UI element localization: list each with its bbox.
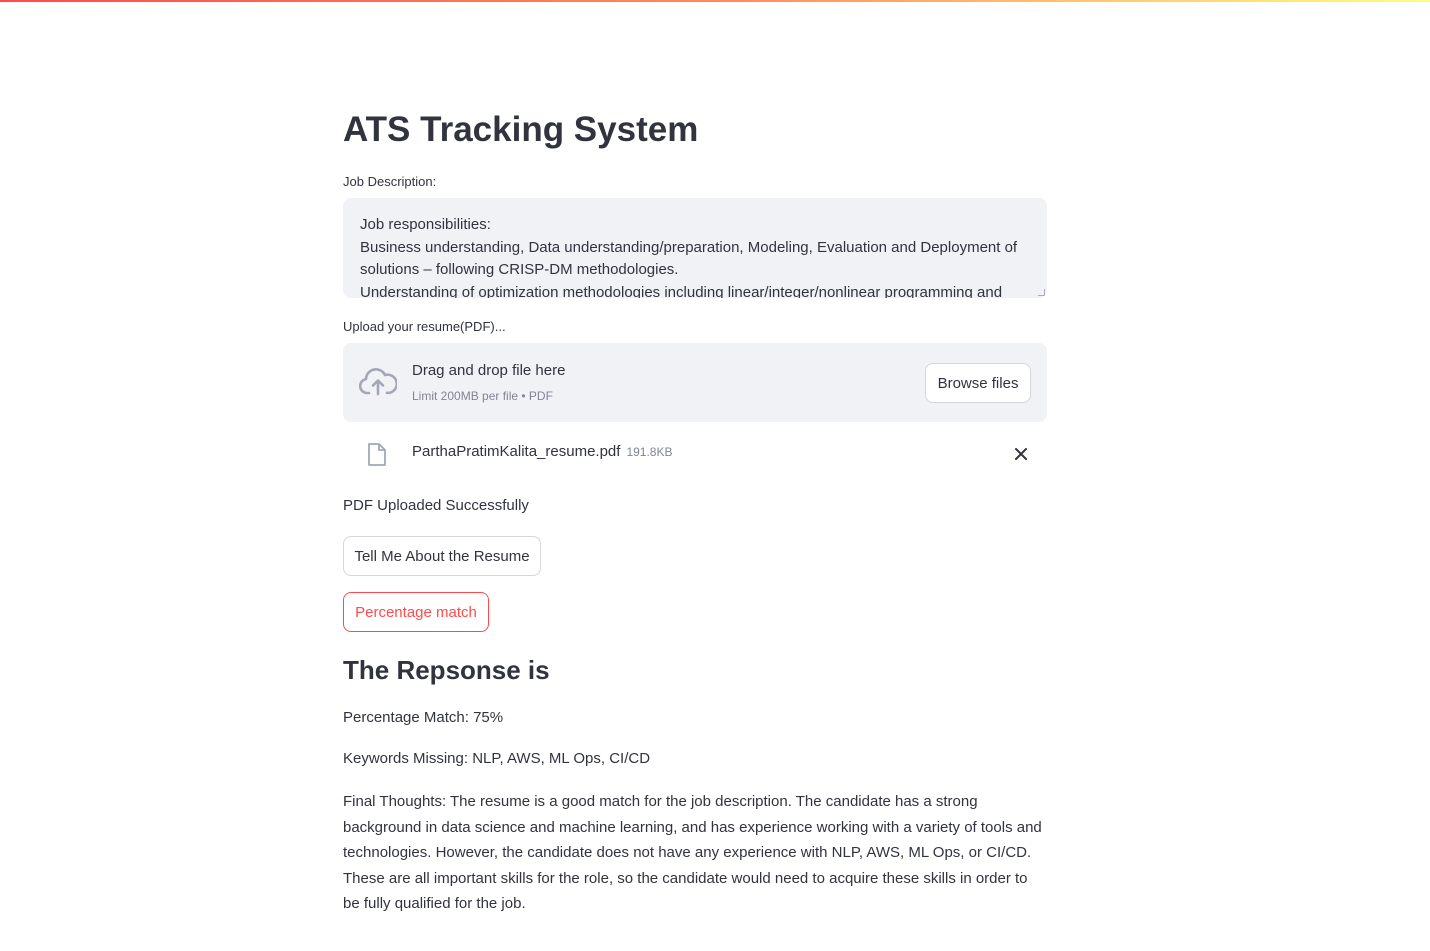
app-top-decoration-bar xyxy=(0,0,1430,2)
final-thoughts-line: background in data science and machine l… xyxy=(343,818,1042,836)
cloud-upload-icon xyxy=(359,368,397,396)
percentage-match-result: Percentage Match: 75% xyxy=(343,709,504,726)
response-heading: The Repsonse is xyxy=(343,655,550,685)
textarea-resize-handle[interactable] xyxy=(1038,289,1045,296)
final-thoughts-line: be fully qualified for the job. xyxy=(343,895,526,913)
close-icon[interactable] xyxy=(1013,446,1029,462)
final-thoughts-line: technologies. However, the candidate doe… xyxy=(343,844,1032,862)
file-size: 191.8KB xyxy=(626,445,673,459)
job-description-line: Job responsibilities: xyxy=(360,216,491,233)
file-dropzone[interactable]: Drag and drop file here Limit 200MB per … xyxy=(343,343,1047,422)
uploaded-file-name: ParthaPratimKalita_resume.pdf 191.8KB xyxy=(412,443,672,460)
final-thoughts-text: Final Thoughts: The resume is a good mat… xyxy=(343,789,1047,917)
job-description-line: Understanding of optimization methodolog… xyxy=(360,283,1003,299)
job-description-line: solutions – following CRISP-DM methodolo… xyxy=(360,261,679,278)
job-description-textarea[interactable]: Job responsibilities: Business understan… xyxy=(343,198,1047,298)
browse-files-button[interactable]: Browse files xyxy=(925,363,1031,403)
resume-upload-label: Upload your resume(PDF)... xyxy=(343,319,506,334)
file-name-text: ParthaPratimKalita_resume.pdf xyxy=(412,443,621,460)
page-title: ATS Tracking System xyxy=(343,110,699,149)
dropzone-limit: Limit 200MB per file • PDF xyxy=(412,389,553,403)
final-thoughts-line: Final Thoughts: The resume is a good mat… xyxy=(343,793,978,810)
dropzone-title: Drag and drop file here xyxy=(412,362,566,379)
final-thoughts-line: These are all important skills for the r… xyxy=(343,869,1028,887)
job-description-line: Business understanding, Data understandi… xyxy=(360,238,1018,256)
percentage-match-button[interactable]: Percentage match xyxy=(343,592,489,632)
keywords-missing-result: Keywords Missing: NLP, AWS, ML Ops, CI/C… xyxy=(343,750,651,767)
job-description-label: Job Description: xyxy=(343,174,437,189)
tell-me-about-resume-button[interactable]: Tell Me About the Resume xyxy=(343,536,541,576)
uploaded-file-row: ParthaPratimKalita_resume.pdf 191.8KB xyxy=(343,438,1047,470)
file-icon xyxy=(368,443,386,466)
upload-status-text: PDF Uploaded Successfully xyxy=(343,497,529,514)
